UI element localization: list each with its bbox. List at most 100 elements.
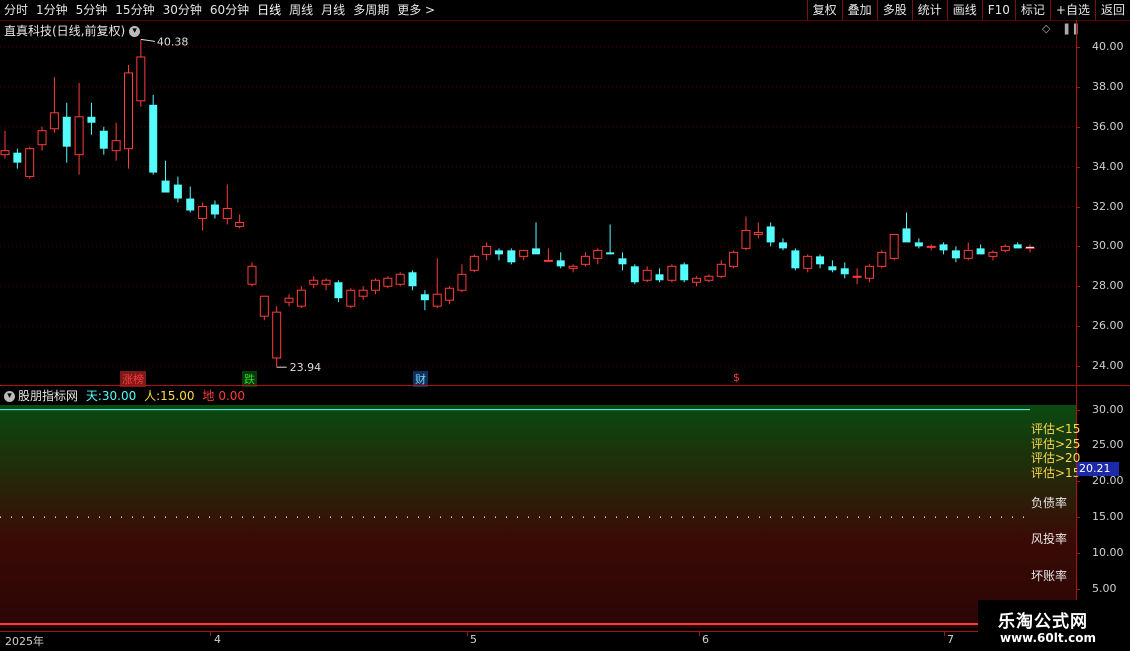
- panel-divider: [0, 385, 1130, 386]
- candle-body: [963, 249, 973, 259]
- price-tick-label: 28.00: [1092, 279, 1124, 293]
- indicator-tick-label: 5.00: [1092, 582, 1117, 596]
- date-tick-mark: [467, 631, 468, 636]
- indicator-tick-mark: [1076, 517, 1080, 519]
- period-tab[interactable]: 60分钟: [206, 0, 253, 20]
- candle-body: [136, 56, 146, 102]
- price-tick-mark: [1076, 166, 1080, 168]
- price-tick-mark: [1076, 86, 1080, 88]
- candle-body: [161, 180, 170, 193]
- toolbar-button[interactable]: 多股: [876, 0, 912, 20]
- toolbar-button[interactable]: 返回: [1094, 0, 1130, 20]
- candle-body: [766, 226, 775, 243]
- high-price-label: 40.38: [157, 35, 189, 48]
- candle-body: [247, 265, 257, 285]
- candle-body: [852, 275, 862, 278]
- period-tab[interactable]: 多周期: [349, 0, 393, 20]
- period-tab[interactable]: 更多 >: [393, 0, 439, 20]
- candle-body: [568, 265, 578, 269]
- candle-body: [99, 130, 108, 149]
- candle-body: [235, 221, 245, 227]
- indicator-tick-mark: [1076, 481, 1080, 483]
- indicator-tick-mark: [1076, 589, 1080, 591]
- xlabel-apr: 4: [214, 633, 221, 646]
- candle-body: [692, 277, 702, 283]
- candle-body: [1000, 245, 1010, 251]
- candle-body: [988, 251, 998, 257]
- event-tag-dollar[interactable]: $: [731, 371, 742, 384]
- candle-body: [519, 249, 529, 257]
- candle-body: [346, 289, 356, 307]
- period-toolbar: 分时 1分钟 5分钟 15分钟 30分钟 60分钟 日线 周线 月线 多周期 更多 > 复权 叠加 多股…: [0, 0, 1130, 21]
- candle-body: [334, 282, 343, 299]
- candle-body: [507, 250, 516, 263]
- period-tab[interactable]: 1分钟: [32, 0, 72, 20]
- label-vc-ratio: 风投率: [1031, 532, 1068, 546]
- candle-body: [482, 245, 492, 255]
- candle-body: [593, 249, 603, 259]
- period-tab[interactable]: 30分钟: [159, 0, 206, 20]
- candle-body: [173, 184, 182, 199]
- candle-body: [272, 311, 282, 359]
- price-tick-label: 26.00: [1092, 319, 1124, 333]
- candle-body: [532, 248, 541, 255]
- period-tab[interactable]: 15分钟: [111, 0, 158, 20]
- period-tab[interactable]: 分时: [0, 0, 32, 20]
- candle-body: [87, 116, 96, 123]
- candle-body: [914, 242, 923, 247]
- candle-body: [1013, 244, 1022, 249]
- candle-body: [358, 289, 368, 297]
- candle-body: [606, 252, 615, 255]
- candle-body: [816, 256, 825, 265]
- candle-body: [828, 266, 837, 271]
- candle-body: [939, 244, 948, 251]
- indicator-tick-label: 30.00: [1092, 402, 1124, 416]
- candle-body: [791, 250, 800, 269]
- candle-body: [111, 140, 121, 152]
- toolbar-button[interactable]: 画线: [946, 0, 982, 20]
- candle-body: [0, 150, 10, 156]
- toolbar-button[interactable]: 标记: [1014, 0, 1050, 20]
- candle-body: [618, 258, 627, 265]
- candle-body: [432, 293, 442, 307]
- toolbar-button[interactable]: 统计: [911, 0, 947, 20]
- candle-body: [37, 130, 47, 146]
- price-tick-mark: [1076, 366, 1080, 367]
- toolbar-button[interactable]: +自选: [1049, 0, 1095, 20]
- candle-body: [74, 116, 84, 156]
- period-tab[interactable]: 5分钟: [72, 0, 112, 20]
- candle-body: [902, 228, 911, 243]
- toolbar-button[interactable]: 复权: [806, 0, 842, 20]
- date-axis: 2025年 4 5 6 7: [0, 631, 1130, 651]
- candle-body: [123, 72, 133, 150]
- price-tick-label: 40.00: [1092, 40, 1124, 53]
- candle-body: [49, 112, 59, 130]
- toolbar-button[interactable]: F10: [981, 0, 1015, 20]
- price-tick-mark: [1076, 47, 1080, 48]
- watermark-url: www.60lt.com: [1000, 631, 1097, 645]
- candle-body: [877, 251, 887, 267]
- period-tab[interactable]: 周线: [285, 0, 317, 20]
- indicator-chart[interactable]: [0, 400, 1076, 630]
- period-tab[interactable]: 月线: [317, 0, 349, 20]
- candle-body: [222, 207, 232, 219]
- date-tick-mark: [944, 631, 945, 636]
- indicator-tick-label: 20.00: [1092, 474, 1124, 488]
- xlabel-may: 5: [470, 633, 477, 646]
- price-tick-mark: [1076, 126, 1080, 128]
- period-tab[interactable]: 日线: [253, 0, 285, 20]
- date-tick-mark: [210, 631, 211, 636]
- candle-body: [284, 297, 294, 303]
- watermark-title: 乐淘公式网: [998, 612, 1088, 632]
- indicator-tick-label: 25.00: [1092, 438, 1124, 452]
- candle-body: [976, 248, 985, 255]
- candle-body: [642, 269, 652, 281]
- candle-body: [840, 268, 849, 275]
- toolbar-buttons: 复权 叠加 多股 统计 画线 F10 标记 +自选 返回: [806, 0, 1130, 20]
- candle-body: [580, 255, 590, 265]
- candle-body: [630, 266, 639, 283]
- candle-body: [926, 245, 936, 248]
- toolbar-button[interactable]: 叠加: [841, 0, 877, 20]
- price-tick-label: 32.00: [1092, 199, 1124, 213]
- candlestick-chart[interactable]: 40.38 23.94: [0, 20, 1076, 385]
